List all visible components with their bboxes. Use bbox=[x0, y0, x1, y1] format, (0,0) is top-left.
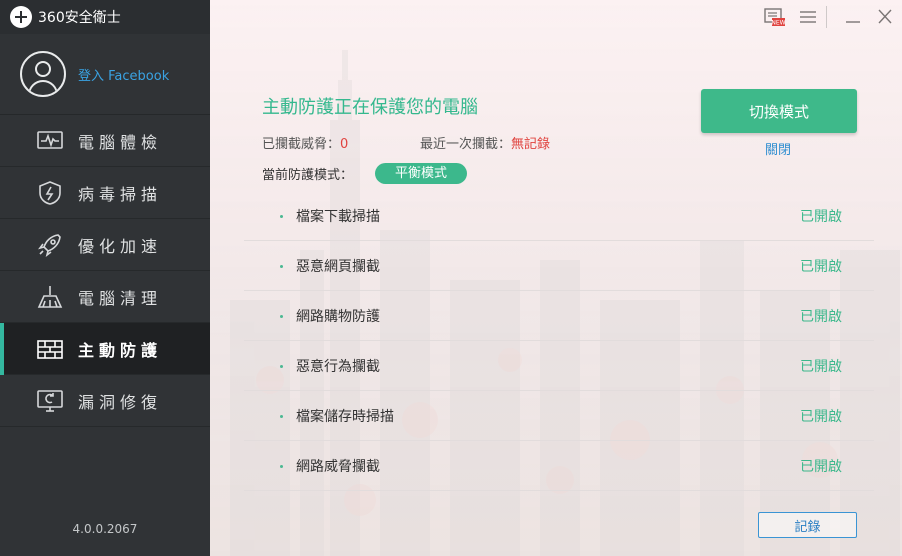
sidebar-item-optimize[interactable]: 優化加速 bbox=[0, 219, 210, 271]
sidebar-item-label: 優化加速 bbox=[78, 236, 163, 256]
sidebar-item-label: 電腦清理 bbox=[78, 288, 163, 308]
sidebar-item-label: 病毒掃描 bbox=[78, 184, 163, 204]
sidebar-item-checkup[interactable]: 電腦體檢 bbox=[0, 115, 210, 167]
sidebar-item-virus-scan[interactable]: 病毒掃描 bbox=[0, 167, 210, 219]
bullet-icon bbox=[280, 315, 283, 318]
new-badge-icon[interactable]: NEW bbox=[763, 7, 786, 27]
app-title: 360安全衛士 bbox=[38, 10, 121, 26]
bullet-icon bbox=[280, 365, 283, 368]
list-item: 網路威脅攔截 已開啟 bbox=[244, 441, 874, 491]
monitor-repair-icon bbox=[36, 388, 64, 414]
close-icon[interactable] bbox=[874, 7, 896, 27]
protection-state-toggle[interactable]: 已開啟 bbox=[800, 306, 842, 326]
list-item: 惡意網頁攔截 已開啟 bbox=[244, 241, 874, 291]
titlebar-divider bbox=[826, 6, 827, 28]
version-label: 4.0.0.2067 bbox=[72, 522, 138, 536]
firewall-icon bbox=[36, 336, 64, 362]
protection-list: 檔案下載掃描 已開啟 惡意網頁攔截 已開啟 網路購物防護 已開啟 惡意行為攔截 … bbox=[244, 191, 874, 491]
list-item: 檔案儲存時掃描 已開啟 bbox=[244, 391, 874, 441]
sidebar-item-label: 電腦體檢 bbox=[78, 132, 163, 152]
protection-name: 檔案下載掃描 bbox=[296, 208, 380, 225]
close-protection-link[interactable]: 關閉 bbox=[765, 139, 791, 158]
protection-state-toggle[interactable]: 已開啟 bbox=[800, 406, 842, 426]
facebook-login-link[interactable]: 登入 Facebook bbox=[78, 65, 169, 84]
bullet-icon bbox=[280, 265, 283, 268]
avatar[interactable] bbox=[20, 51, 66, 97]
pulse-monitor-icon bbox=[36, 128, 64, 154]
sidebar-item-label: 漏洞修復 bbox=[78, 392, 163, 412]
account-panel: 登入 Facebook bbox=[0, 34, 210, 115]
sidebar-nav: 電腦體檢 病毒掃描 優化加速 電腦清理 主動防護 漏洞修復 bbox=[0, 115, 210, 427]
window-titlebar: NEW bbox=[210, 0, 902, 34]
protection-state-toggle[interactable]: 已開啟 bbox=[800, 256, 842, 276]
protection-mode-label: 當前防護模式： bbox=[262, 168, 354, 183]
bullet-icon bbox=[280, 215, 283, 218]
protection-mode-row: 當前防護模式： 平衡模式 bbox=[262, 163, 468, 184]
bullet-icon bbox=[280, 415, 283, 418]
main-panel: NEW 主動防護正在保護您的電腦 已攔截威脅：0 最近一次攔截：無記錄 當前防護… bbox=[210, 0, 902, 556]
app-titlebar: 360安全衛士 bbox=[0, 0, 210, 34]
sidebar-item-vuln-repair[interactable]: 漏洞修復 bbox=[0, 375, 210, 427]
blocked-threats-label: 已攔截威脅： bbox=[262, 137, 341, 152]
blocked-threats-value: 0 bbox=[340, 137, 349, 152]
shield-bolt-icon bbox=[36, 180, 64, 206]
protection-state-toggle[interactable]: 已開啟 bbox=[800, 456, 842, 476]
record-button[interactable]: 記錄 bbox=[758, 512, 857, 538]
rocket-icon bbox=[36, 232, 64, 258]
bullet-icon bbox=[280, 465, 283, 468]
protection-state-toggle[interactable]: 已開啟 bbox=[800, 206, 842, 226]
svg-text:NEW: NEW bbox=[771, 20, 785, 27]
protection-state-toggle[interactable]: 已開啟 bbox=[800, 356, 842, 376]
last-block-label: 最近一次攔截： bbox=[420, 137, 512, 152]
list-item: 網路購物防護 已開啟 bbox=[244, 291, 874, 341]
list-item: 檔案下載掃描 已開啟 bbox=[244, 191, 874, 241]
minimize-icon[interactable] bbox=[842, 7, 864, 27]
protection-name: 惡意網頁攔截 bbox=[296, 258, 380, 275]
last-block-value: 無記錄 bbox=[511, 137, 551, 152]
blocked-threats-stat: 已攔截威脅：0 bbox=[262, 133, 348, 152]
list-item: 惡意行為攔截 已開啟 bbox=[244, 341, 874, 391]
broom-icon bbox=[36, 284, 64, 310]
protection-name: 惡意行為攔截 bbox=[296, 358, 380, 375]
sidebar-item-active-protection[interactable]: 主動防護 bbox=[0, 323, 210, 375]
menu-icon[interactable] bbox=[797, 7, 819, 27]
protection-name: 網路購物防護 bbox=[296, 308, 380, 325]
protection-status-title: 主動防護正在保護您的電腦 bbox=[262, 97, 478, 118]
protection-mode-badge: 平衡模式 bbox=[375, 163, 468, 184]
protection-name: 網路威脅攔截 bbox=[296, 458, 380, 475]
protection-name: 檔案儲存時掃描 bbox=[296, 408, 394, 425]
sidebar: 360安全衛士 登入 Facebook 電腦體檢 病毒掃描 優化加速 電腦清理 … bbox=[0, 0, 210, 556]
app-logo-icon bbox=[10, 6, 32, 28]
last-block-stat: 最近一次攔截：無記錄 bbox=[420, 133, 550, 152]
sidebar-item-cleanup[interactable]: 電腦清理 bbox=[0, 271, 210, 323]
switch-mode-button[interactable]: 切換模式 bbox=[701, 89, 857, 133]
sidebar-item-label: 主動防護 bbox=[78, 340, 163, 360]
